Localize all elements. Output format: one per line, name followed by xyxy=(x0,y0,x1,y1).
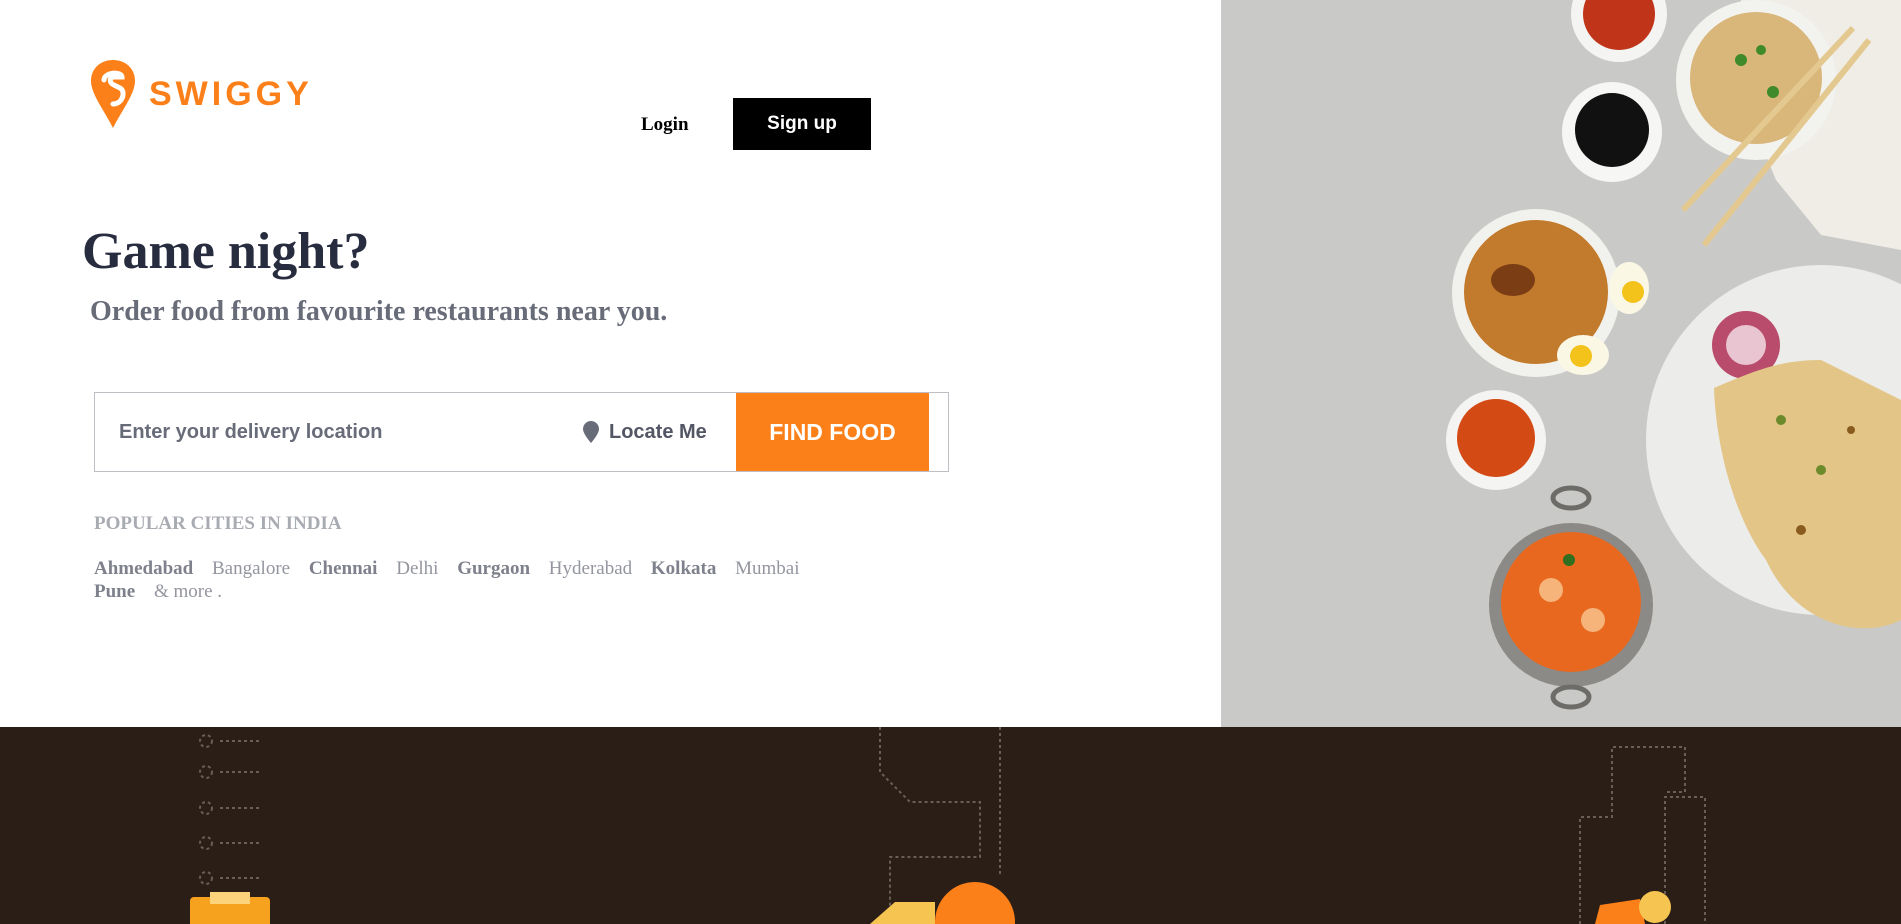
bottom-feature-band xyxy=(0,727,1901,924)
more-cities-link[interactable]: & more . xyxy=(154,581,222,602)
hero-subline: Order food from favourite restaurants ne… xyxy=(90,296,668,327)
delivery-location-input[interactable] xyxy=(95,393,555,471)
city-link-chennai[interactable]: Chennai xyxy=(309,558,378,579)
city-link-bangalore[interactable]: Bangalore xyxy=(212,558,290,579)
city-link-kolkata[interactable]: Kolkata xyxy=(651,558,716,579)
locate-me-label: Locate Me xyxy=(609,420,707,443)
popular-cities-title: POPULAR CITIES IN INDIA xyxy=(94,513,342,534)
brand-name: SWIGGY xyxy=(149,74,313,113)
swiggy-logo-icon xyxy=(91,60,135,128)
location-search-box: Locate Me FIND FOOD xyxy=(94,392,949,472)
popular-cities-list: Ahmedabad Bangalore Chennai Delhi Gurgao… xyxy=(94,557,814,603)
city-link-delhi[interactable]: Delhi xyxy=(396,558,438,579)
city-link-ahmedabad[interactable]: Ahmedabad xyxy=(94,558,193,579)
swiggy-logo[interactable]: SWIGGY xyxy=(89,58,313,130)
city-link-mumbai[interactable]: Mumbai xyxy=(735,558,799,579)
find-food-button[interactable]: FIND FOOD xyxy=(736,393,929,471)
city-link-hyderabad[interactable]: Hyderabad xyxy=(549,558,632,579)
city-link-gurgaon[interactable]: Gurgaon xyxy=(457,558,530,579)
food-hero-image xyxy=(1221,0,1901,727)
feature-illustrations xyxy=(0,727,1901,924)
signup-button[interactable]: Sign up xyxy=(733,98,871,150)
food-illustration xyxy=(1221,0,1901,727)
location-pin-icon xyxy=(583,421,599,443)
hero-headline: Game night? xyxy=(82,223,370,280)
locate-me-button[interactable]: Locate Me xyxy=(583,393,707,471)
login-link[interactable]: Login xyxy=(641,110,693,140)
city-link-pune[interactable]: Pune xyxy=(94,581,135,602)
